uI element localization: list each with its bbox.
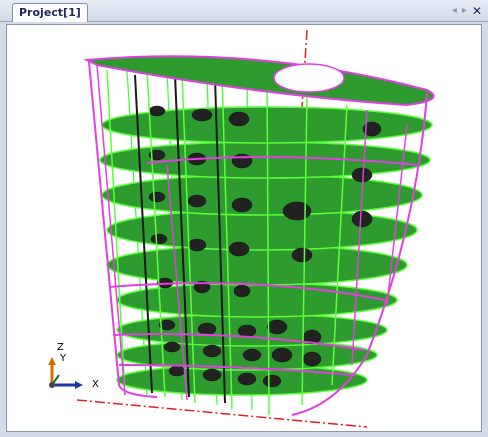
x-axis-label: X — [92, 379, 99, 390]
horizontal-centerline — [76, 399, 368, 428]
coordinate-triad: Z Y X — [48, 342, 99, 390]
document-tab-bar: Project[1] ◂ ▸ ✕ — [0, 0, 488, 22]
model-canvas[interactable]: Z Y X — [7, 25, 481, 431]
close-icon[interactable]: ✕ — [472, 3, 482, 19]
deck-plate-8 — [99, 141, 431, 179]
3d-viewport[interactable]: Z Y X — [6, 24, 482, 432]
z-axis-label: Z — [57, 342, 64, 353]
tab-project-1[interactable]: Project[1] — [12, 3, 88, 22]
scroll-right-icon[interactable]: ▸ — [462, 3, 467, 19]
top-plate-opening — [273, 63, 345, 93]
y-axis-label: Y — [59, 353, 67, 364]
deck-plate-5 — [106, 244, 408, 286]
top-plate — [83, 55, 435, 107]
project-window: Project[1] ◂ ▸ ✕ Z Y X — [0, 0, 488, 437]
tab-controls: ◂ ▸ ✕ — [452, 3, 482, 19]
scroll-left-icon[interactable]: ◂ — [452, 3, 457, 19]
